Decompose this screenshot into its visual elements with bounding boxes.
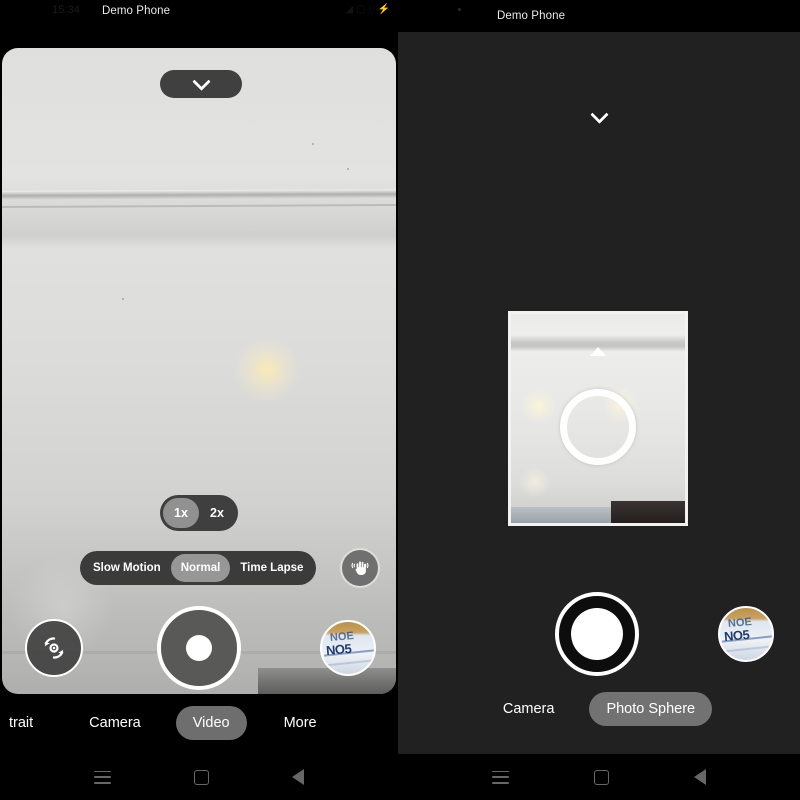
tile-floor-right [611, 501, 685, 523]
camera-action-row: NOE NO5 [398, 592, 800, 678]
sim-icon: ▢ [356, 4, 366, 15]
zoom-option-2x[interactable]: 2x [199, 498, 235, 528]
photo-sphere-viewfinder[interactable]: NOE NO5 Camera Photo Sphere [398, 32, 800, 754]
camera-mode-tabs-right: Camera Photo Sphere [398, 680, 800, 738]
status-device-title: Demo Phone [101, 5, 171, 17]
speck [312, 143, 314, 145]
surface-seam-secondary [2, 203, 396, 209]
thumb-line [722, 645, 772, 653]
video-mode-slow-motion[interactable]: Slow Motion [83, 554, 171, 582]
camera-viewfinder[interactable] [2, 48, 396, 694]
gallery-caption: NO5 [723, 626, 750, 645]
status-device-title: Demo Phone [496, 10, 566, 22]
collapse-controls-button[interactable] [160, 70, 242, 98]
status-bar-right: Demo Phone [398, 0, 800, 32]
hand-stabilization-icon [351, 561, 369, 575]
android-nav-bar-right [398, 754, 800, 800]
video-mode-normal[interactable]: Normal [170, 554, 231, 582]
right-phone-panel: Demo Phone NOE NO5 Camera Photo Sphere [398, 0, 800, 800]
android-nav-bar-left [0, 754, 398, 800]
status-icons: ◢ ▢ ▯ ⚡ [345, 4, 390, 15]
mode-tab-more[interactable]: More [267, 706, 334, 740]
mode-tab-camera[interactable]: Camera [72, 706, 158, 740]
gallery-thumbnail[interactable]: NOE NO5 [320, 620, 376, 676]
zoom-option-1x[interactable]: 1x [163, 498, 199, 528]
chevron-down-icon [191, 71, 211, 91]
camera-action-row: NOE NO5 [0, 606, 398, 692]
camera-switch-icon [44, 637, 64, 659]
back-icon[interactable] [292, 769, 305, 785]
screenshot-root: 15:34 Demo Phone ◢ ▢ ▯ ⚡ 1x 2x Slow Moti… [0, 0, 800, 800]
collapse-controls-button[interactable] [579, 104, 619, 130]
surface-seam [2, 189, 396, 200]
record-button[interactable] [157, 606, 241, 690]
wifi-icon: ◢ [345, 4, 354, 15]
left-phone-panel: 15:34 Demo Phone ◢ ▢ ▯ ⚡ 1x 2x Slow Moti… [0, 0, 398, 800]
shutter-button[interactable] [555, 592, 639, 676]
speck [122, 298, 124, 300]
video-mode-selector[interactable]: Slow Motion Normal Time Lapse [80, 551, 317, 585]
home-icon[interactable] [193, 769, 209, 785]
gallery-thumbnail[interactable]: NOE NO5 [718, 606, 774, 662]
mode-tab-camera[interactable]: Camera [486, 692, 572, 726]
camera-mode-tabs-left: trait Camera Video More [0, 694, 398, 752]
mode-tab-photo-sphere[interactable]: Photo Sphere [589, 692, 713, 726]
ring-target-icon [560, 389, 636, 465]
photo-sphere-preview-tile [508, 311, 688, 526]
chevron-down-icon [589, 104, 609, 124]
status-bar-left: 15:34 Demo Phone ◢ ▢ ▯ ⚡ [0, 0, 398, 22]
video-mode-time-lapse[interactable]: Time Lapse [230, 554, 313, 582]
mode-tab-video[interactable]: Video [175, 706, 247, 740]
record-core-icon [186, 635, 212, 661]
triangle-up-icon [590, 347, 606, 356]
thumb-line [324, 659, 374, 667]
gallery-caption: NO5 [325, 640, 352, 659]
back-icon[interactable] [693, 769, 706, 785]
zoom-toggle[interactable]: 1x 2x [160, 495, 238, 531]
home-icon[interactable] [593, 769, 609, 785]
tile-floor-left [511, 507, 617, 523]
status-time: 15:34 [52, 4, 81, 16]
recents-icon[interactable] [93, 770, 111, 784]
recents-icon[interactable] [492, 770, 510, 784]
stabilization-button[interactable] [340, 548, 380, 588]
charging-icon: ⚡ [377, 4, 390, 15]
shutter-core-icon [571, 608, 623, 660]
mode-tab-portrait[interactable]: trait [0, 706, 50, 740]
battery-icon: ▯ [368, 4, 375, 15]
camera-switch-button[interactable] [25, 619, 83, 677]
speck [347, 168, 349, 170]
status-indicator-dot [458, 8, 461, 11]
